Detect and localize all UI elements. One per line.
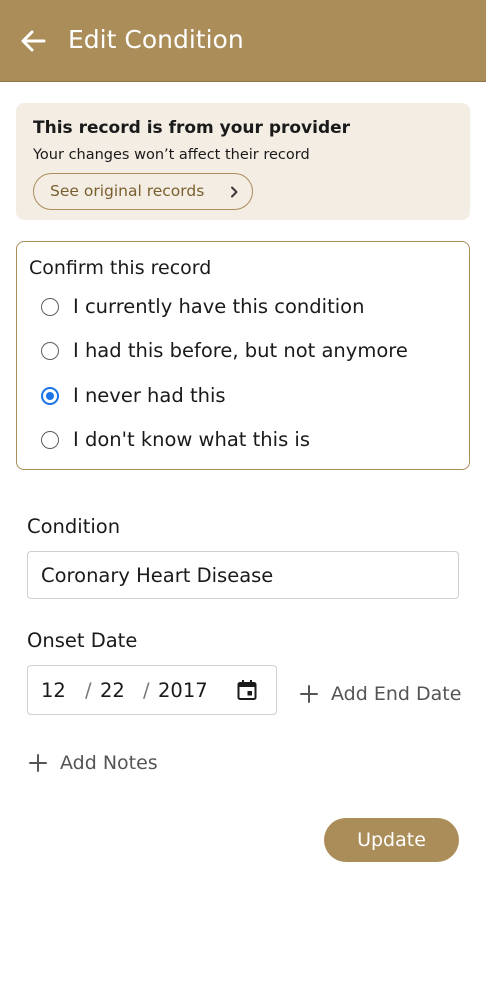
radio-button[interactable]	[41, 342, 59, 360]
radio-option-label: I currently have this condition	[73, 295, 365, 318]
plus-icon	[300, 685, 318, 703]
calendar-icon[interactable]	[236, 679, 258, 701]
date-year[interactable]: 2017	[158, 677, 208, 705]
radio-button[interactable]	[41, 431, 59, 449]
radio-option-label: I had this before, but not anymore	[73, 339, 408, 362]
radio-option-label: I never had this	[73, 384, 226, 407]
date-separator: /	[85, 679, 92, 702]
provider-notice-title: This record is from your provider	[33, 118, 351, 138]
add-end-date-label: Add End Date	[331, 683, 462, 705]
condition-input[interactable]	[27, 551, 459, 599]
radio-option-never-had[interactable]: I never had this	[39, 381, 459, 411]
onset-date-label: Onset Date	[27, 629, 138, 652]
radio-option-dont-know[interactable]: I don't know what this is	[39, 425, 459, 455]
radio-button-selected[interactable]	[41, 387, 59, 405]
radio-button[interactable]	[41, 298, 59, 316]
provider-notice-subtitle: Your changes won’t affect their record	[33, 147, 310, 163]
plus-icon	[29, 754, 47, 772]
radio-option-currently-have[interactable]: I currently have this condition	[39, 292, 459, 322]
radio-option-label: I don't know what this is	[73, 428, 311, 451]
provider-notice-card: This record is from your provider Your c…	[16, 103, 470, 220]
date-month[interactable]: 12	[41, 677, 66, 705]
see-original-records-button[interactable]: See original records	[33, 173, 253, 210]
app-header: Edit Condition	[0, 0, 486, 82]
add-end-date-button[interactable]: Add End Date	[300, 679, 470, 709]
see-original-records-label: See original records	[50, 182, 205, 200]
confirm-record-title: Confirm this record	[29, 257, 212, 279]
chevron-right-icon	[231, 186, 238, 198]
add-notes-button[interactable]: Add Notes	[29, 748, 179, 778]
add-notes-label: Add Notes	[60, 752, 158, 774]
condition-label: Condition	[27, 515, 121, 538]
date-day[interactable]: 22	[100, 677, 125, 705]
onset-date-input[interactable]: 12 / 22 / 2017	[27, 665, 277, 715]
confirm-record-group: Confirm this record I currently have thi…	[16, 241, 470, 470]
update-button[interactable]: Update	[324, 818, 459, 862]
page-title: Edit Condition	[68, 25, 244, 54]
date-separator: /	[143, 679, 150, 702]
radio-option-had-before[interactable]: I had this before, but not anymore	[39, 336, 459, 366]
back-arrow-icon[interactable]	[18, 26, 48, 56]
